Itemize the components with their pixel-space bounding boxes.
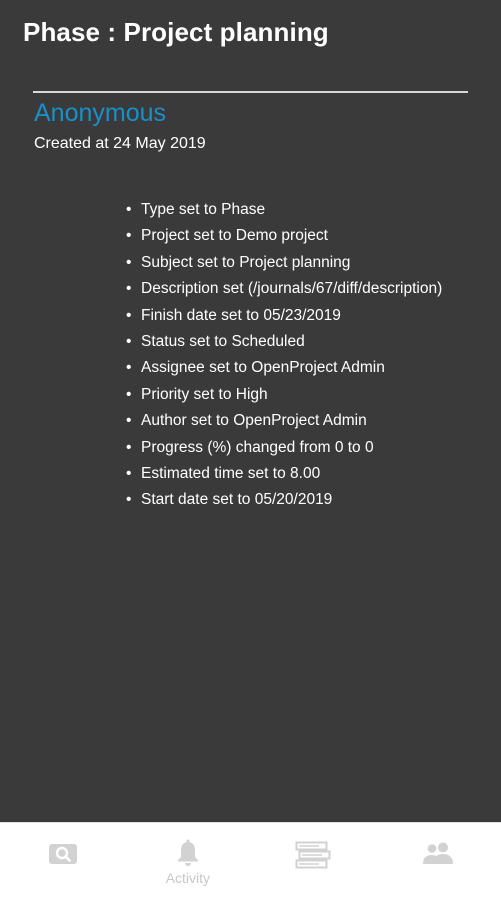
bullet-icon: • (126, 359, 132, 377)
change-item: • Status set to Scheduled (124, 329, 464, 355)
change-item: • Assignee set to OpenProject Admin (124, 355, 464, 381)
bullet-icon: • (126, 333, 132, 351)
bullet-icon: • (126, 280, 132, 298)
change-text: Author set to OpenProject Admin (141, 412, 367, 430)
tab-activity-label: Activity (165, 870, 211, 886)
change-text: Status set to Scheduled (141, 333, 305, 351)
change-list: • Type set to Phase • Project set to Demo … (124, 197, 464, 514)
change-text: Progress (%) changed from 0 to 0 (141, 438, 374, 456)
change-item: • Type set to Phase (124, 197, 464, 223)
change-item: • Priority set to High (124, 382, 464, 408)
change-item: • Subject set to Project planning (124, 250, 464, 276)
journal-author[interactable]: Anonymous (34, 97, 166, 129)
bullet-icon: • (126, 201, 132, 218)
change-item: • Progress (%) changed from 0 to 0 (124, 435, 464, 461)
bullet-icon: • (126, 227, 132, 245)
change-text: Priority set to High (141, 385, 268, 403)
bullet-icon: • (126, 412, 132, 430)
tab-search[interactable] (0, 823, 125, 900)
change-text: Assignee set to OpenProject Admin (141, 359, 385, 377)
change-text: Type set to Phase (141, 201, 266, 218)
bullet-icon: • (126, 438, 132, 456)
divider (33, 91, 468, 93)
change-item: • Start date set to 05/20/2019 (124, 487, 464, 513)
change-item: • Project set to Demo project (124, 223, 464, 249)
search-icon (48, 841, 78, 867)
journal-created-date: Created at 24 May 2019 (34, 135, 206, 152)
change-item: • Author set to OpenProject Admin (124, 408, 464, 434)
change-text: Finish date set to 05/23/2019 (141, 306, 341, 324)
page-title: Phase : Project planning (23, 17, 329, 47)
bullet-icon: • (126, 306, 132, 324)
bullet-icon: • (126, 385, 132, 403)
change-text: Start date set to 05/20/2019 (141, 491, 333, 509)
bottom-navigation: Activity (0, 822, 501, 900)
tab-members[interactable] (376, 823, 501, 900)
change-text: Estimated time set to 8.00 (141, 465, 321, 483)
change-item: • Estimated time set to 8.00 (124, 461, 464, 487)
change-text: Project set to Demo project (141, 227, 328, 245)
people-icon (421, 841, 455, 865)
change-item: • Finish date set to 05/23/2019 (124, 303, 464, 329)
change-text: Subject set to Project planning (141, 253, 351, 271)
tab-work-packages[interactable] (251, 823, 376, 900)
change-item: • Description set (/journals/67/diff/desc… (124, 276, 464, 302)
bell-icon (176, 839, 200, 867)
bullet-icon: • (126, 465, 132, 483)
bullet-icon: • (126, 253, 132, 271)
list-icon (295, 841, 331, 873)
bullet-icon: • (126, 491, 132, 509)
tab-activity[interactable]: Activity (125, 823, 250, 900)
activity-screen: Phase : Project planning Anonymous Creat… (0, 0, 501, 900)
change-text: Description set (/journals/67/diff/descr… (141, 280, 443, 298)
